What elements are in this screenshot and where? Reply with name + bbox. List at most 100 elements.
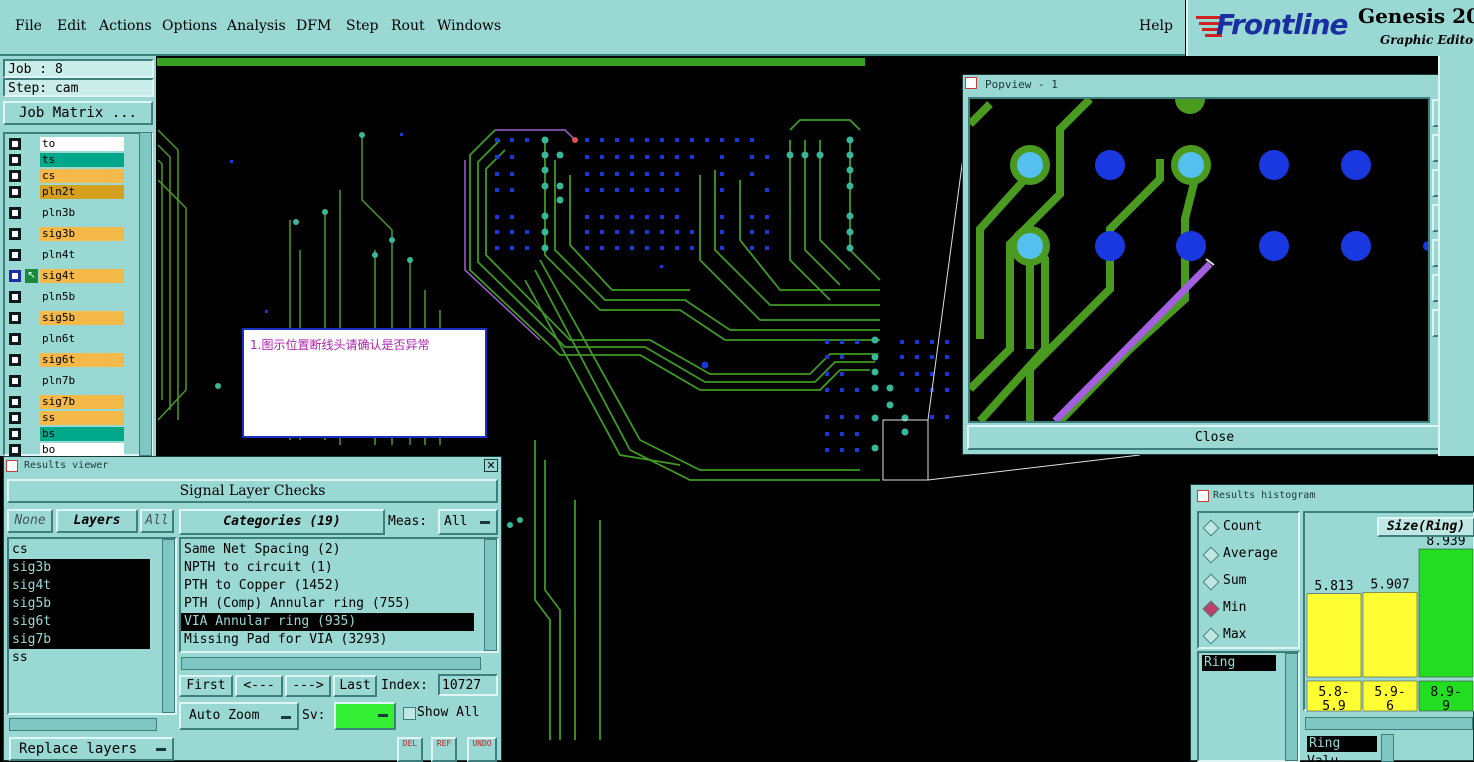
layer-name[interactable]: sig3b [40,227,124,241]
layer-checkbox[interactable] [9,207,21,219]
layer-name[interactable]: sig4t [40,269,124,283]
layer-checkbox[interactable] [9,333,21,345]
menu-step[interactable]: Step [346,18,378,34]
layer-checkbox[interactable] [9,444,21,456]
layer-checkbox[interactable] [9,412,21,424]
first-button[interactable]: First [179,675,233,697]
layer-list-item[interactable]: sig5b [9,595,150,613]
menu-edit[interactable]: Edit [57,18,86,34]
category-list-item[interactable]: Missing Pad for VIA (3293) [181,631,474,649]
layer-list-item[interactable]: ss [9,649,150,667]
layer-checkbox[interactable] [9,228,21,240]
layer-name[interactable]: pln6t [40,332,124,346]
layer-row-ss[interactable]: ss [6,411,124,425]
layer-row-pln3b[interactable]: pln3b [6,206,124,220]
auto-zoom-dropdown[interactable]: Auto Zoom [179,702,299,730]
histogram-bar[interactable] [1306,593,1362,678]
layer-checkbox[interactable] [9,138,21,150]
replace-layers-dropdown[interactable]: Replace layers [9,737,174,761]
layer-name[interactable]: bs [40,427,124,441]
popview-close-button[interactable]: Close [967,425,1462,450]
histogram-hscrollbar[interactable] [1305,717,1473,730]
last-button[interactable]: Last [333,675,377,697]
layers-button[interactable]: Layers [56,509,138,533]
layers-list-scrollbar[interactable] [162,539,175,713]
menu-dfm[interactable]: DFM [296,18,331,34]
layer-list-item[interactable]: sig4t [9,577,150,595]
layer-row-sig6t[interactable]: sig6t [6,353,124,367]
layer-name[interactable]: pln3b [40,206,124,220]
window-menu-icon[interactable] [6,460,18,472]
layer-name[interactable]: ss [40,411,124,425]
layer-row-pln5b[interactable]: pln5b [6,290,124,304]
layer-list-item[interactable]: cs [9,541,150,559]
menu-windows[interactable]: Windows [437,18,501,34]
popview-canvas[interactable] [968,97,1430,423]
layer-name[interactable]: pln5b [40,290,124,304]
layer-name[interactable]: pln2t [40,185,124,199]
categories-list-scrollbar[interactable] [484,539,497,651]
layer-row-sig5b[interactable]: sig5b [6,311,124,325]
layer-checkbox[interactable] [9,270,21,282]
menu-rout[interactable]: Rout [391,18,425,34]
layer-checkbox[interactable] [9,396,21,408]
histogram-bar[interactable] [1362,592,1418,678]
layers-list[interactable]: cs sig3b sig4t sig5b sig6t sig7b ss [7,537,177,715]
undo-button[interactable]: UNDO [467,737,497,762]
layer-row-sig4t[interactable]: ↖ sig4t [6,269,124,283]
layer-name[interactable]: sig6t [40,353,124,367]
category-list-item[interactable]: Same Net Spacing (2) [181,541,474,559]
meas-dropdown[interactable]: All [438,509,498,535]
layer-name[interactable]: sig5b [40,311,124,325]
layer-checkbox[interactable] [9,170,21,182]
layer-list-item[interactable]: sig7b [9,631,150,649]
category-list-item[interactable]: PTH (Comp) Annular ring (755) [181,595,474,613]
layer-row-pln6t[interactable]: pln6t [6,332,124,346]
layer-row-sig7b[interactable]: sig7b [6,395,124,409]
layer-name[interactable]: cs [40,169,124,183]
layer-checkbox[interactable] [9,249,21,261]
layer-row-pln7b[interactable]: pln7b [6,374,124,388]
results-viewer-close-icon[interactable]: ✕ [484,459,498,472]
layer-name[interactable]: pln7b [40,374,124,388]
layer-row-cs[interactable]: cs [6,169,124,183]
layer-row-bs[interactable]: bs [6,427,124,441]
layer-name[interactable]: bo [40,443,124,457]
layer-row-pln2t[interactable]: pln2t [6,185,124,199]
menu-file[interactable]: File [15,18,42,34]
layer-checkbox[interactable] [9,428,21,440]
layer-row-bo[interactable]: bo [6,443,124,457]
menu-analysis[interactable]: Analysis [227,18,286,34]
layers-list-hscrollbar[interactable] [9,718,157,731]
next-button[interactable]: ---> [285,675,331,697]
window-menu-icon[interactable] [965,77,977,89]
prev-button[interactable]: <--- [235,675,283,697]
layer-checkbox[interactable] [9,354,21,366]
layer-name[interactable]: pln4t [40,248,124,262]
layer-list-scrollbar[interactable] [139,132,152,456]
category-list-item[interactable]: VIA Annular ring (935) [181,613,474,631]
layer-row-pln4t[interactable]: pln4t [6,248,124,262]
layer-list-item[interactable]: sig6t [9,613,150,631]
layer-row-sig3b[interactable]: sig3b [6,227,124,241]
layer-row-to[interactable]: to [6,137,124,151]
index-input[interactable] [438,674,498,696]
layer-name[interactable]: to [40,137,124,151]
job-matrix-button[interactable]: Job Matrix ... [3,101,153,125]
categories-button[interactable]: Categories (19) [179,509,385,535]
ref-button[interactable]: REF [431,737,457,762]
layer-checkbox[interactable] [9,375,21,387]
layer-name[interactable]: sig7b [40,395,124,409]
layer-checkbox[interactable] [9,312,21,324]
histogram-list-item[interactable]: Ring [1202,655,1276,671]
categories-list-hscrollbar[interactable] [181,657,481,670]
none-button[interactable]: None [7,509,53,533]
del-button[interactable]: DEL [397,737,423,762]
layer-checkbox[interactable] [9,291,21,303]
layer-checkbox[interactable] [9,186,21,198]
window-menu-icon[interactable] [1197,490,1209,502]
category-list-item[interactable]: NPTH to circuit (1) [181,559,474,577]
menu-help[interactable]: Help [1139,18,1173,34]
layer-checkbox[interactable] [9,154,21,166]
layer-row-ts[interactable]: ts [6,153,124,167]
